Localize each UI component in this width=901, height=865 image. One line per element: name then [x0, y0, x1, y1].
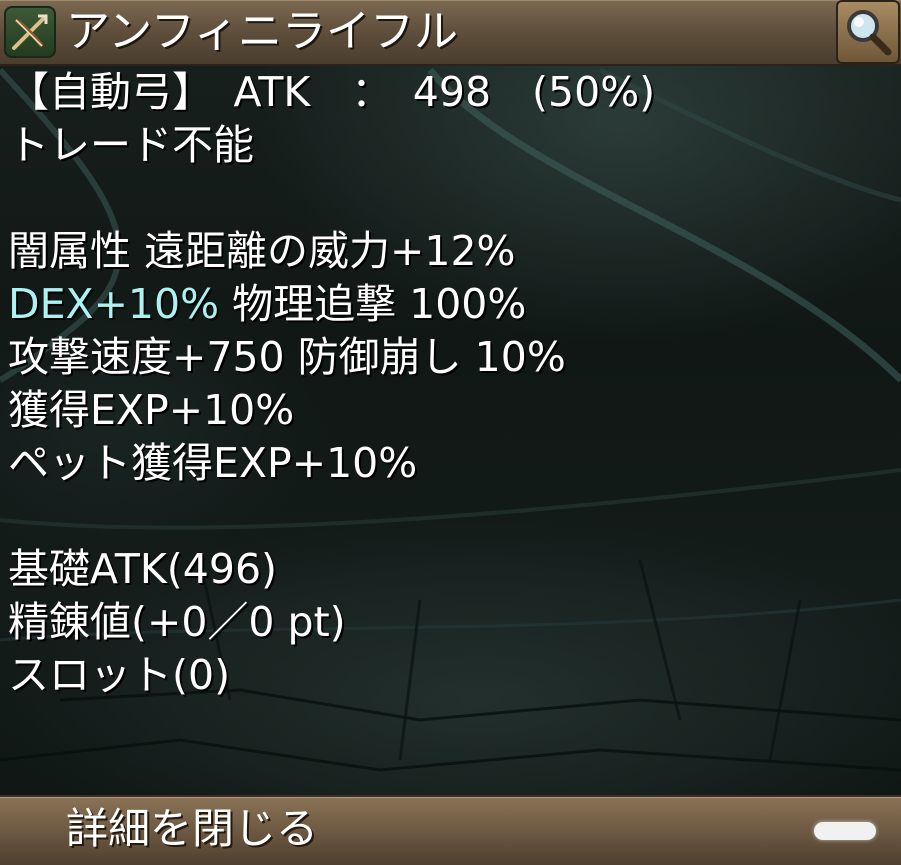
refine-value: 精錬値(+0／0 pt): [8, 598, 346, 646]
scroll-handle[interactable]: [814, 822, 876, 840]
item-type-atk: 【自動弓】 ATK ： 498 (50%): [8, 68, 656, 116]
item-details: 【自動弓】 ATK ： 498 (50%) トレード不能 闇属性 遠距離の威力+…: [8, 66, 898, 702]
close-details-button[interactable]: 詳細を閉じる: [0, 795, 901, 865]
trade-status: トレード不能: [8, 121, 254, 169]
magnifier-icon: [847, 10, 892, 56]
slot-count: スロット(0): [8, 651, 231, 699]
close-details-label: 詳細を閉じる: [66, 804, 319, 853]
dex-bonus: DEX+10%: [8, 280, 220, 328]
option-line-5: ペット獲得EXP+10%: [8, 439, 418, 487]
title-bar: アンフィニライフル: [0, 0, 901, 66]
option-line-4: 獲得EXP+10%: [8, 386, 295, 434]
base-atk: 基礎ATK(496): [8, 545, 278, 593]
physical-pursuit: 物理追撃 100%: [219, 280, 527, 328]
option-line-1: 闇属性 遠距離の威力+12%: [8, 227, 516, 275]
search-button[interactable]: [836, 0, 900, 64]
option-line-2: DEX+10% 物理追撃 100%: [8, 278, 898, 331]
option-line-3: 攻撃速度+750 防御崩し 10%: [8, 333, 566, 381]
item-title: アンフィニライフル: [66, 6, 459, 57]
crossbow-icon: [4, 6, 56, 58]
